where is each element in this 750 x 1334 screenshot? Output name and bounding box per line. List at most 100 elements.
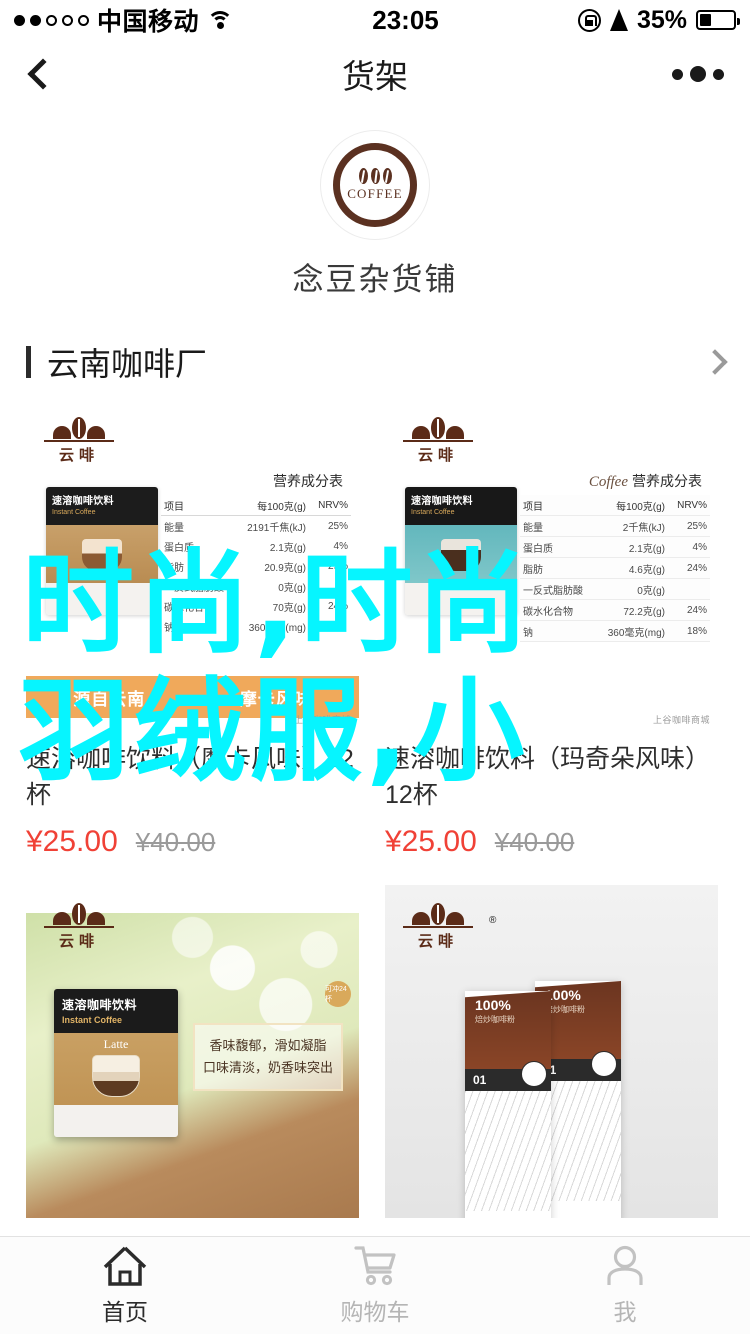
shop-name: 念豆杂货铺 xyxy=(292,262,458,297)
image-watermark: 上谷咖啡商城 xyxy=(652,715,710,725)
section-title: 云南咖啡厂 xyxy=(47,346,208,382)
nutrition-col-per100g: 每100克(g) xyxy=(235,495,309,516)
banner-right-label: 摩卡风味 xyxy=(239,689,312,709)
status-bar-right: 35% xyxy=(577,6,740,35)
nutrition-cell: 蛋白质 xyxy=(520,536,596,558)
nutrition-cell: 4% xyxy=(333,540,348,552)
bag-percent: 100% xyxy=(475,997,511,1013)
brand-logo-icon: 云啡 xyxy=(44,903,114,951)
nutrition-cell: 72.2克(g) xyxy=(595,599,668,621)
tab-bar: 首页 购物车 我 xyxy=(0,1236,750,1334)
coffee-beans-logo-icon: COFFEE xyxy=(333,143,417,227)
nutrition-cell: 一反式脂肪酸 xyxy=(164,582,224,594)
tab-label: 我 xyxy=(613,1298,637,1325)
logo-wordmark: COFFEE xyxy=(347,186,403,201)
section-header[interactable]: 云南咖啡厂 xyxy=(0,325,750,399)
product-grid: 云啡 速溶咖啡饮料 Instant Coffee 营养成分表 项目 每100克(… xyxy=(0,399,750,1218)
wifi-icon xyxy=(207,10,234,30)
more-options-button[interactable] xyxy=(672,66,724,82)
slogan-line-2: 口味清淡，奶香味突出 xyxy=(203,1060,334,1076)
product-card[interactable]: 云啡 速溶咖啡饮料 Instant Coffee 营养成分表 项目 每100克(… xyxy=(26,399,359,859)
tab-home[interactable]: 首页 xyxy=(0,1237,250,1334)
product-card[interactable]: 云啡 速溶咖啡饮料 Instant Coffee Latte 可冲24杯 香味馥… xyxy=(26,885,359,1218)
nutrition-cell: 360毫克(mg) xyxy=(248,622,306,634)
nutrition-cell: 碳水化合物 xyxy=(164,602,214,614)
box-title: 速溶咖啡饮料 xyxy=(52,496,114,507)
nutrition-cell: 2191千焦(kJ) xyxy=(247,522,306,534)
nutrition-cell: 蛋白质 xyxy=(164,542,194,554)
shop-header: COFFEE 念豆杂货铺 xyxy=(0,108,750,325)
product-price: ¥25.00 xyxy=(26,825,118,858)
nutrition-cell xyxy=(309,616,351,636)
box-subtitle: Instant Coffee xyxy=(52,509,96,516)
home-icon xyxy=(103,1246,147,1286)
product-image[interactable]: 云啡 速溶咖啡饮料 Instant Coffee Coffee 营养成分表 项目… xyxy=(385,399,718,732)
nutrition-cell: 2千焦(kJ) xyxy=(595,515,668,537)
image-watermark: 上谷咖啡商城 xyxy=(293,715,351,725)
promo-banner: 源自云南 摩卡风味 xyxy=(26,676,359,718)
tab-label: 购物车 xyxy=(340,1298,410,1325)
nutrition-cell: 一反式脂肪酸 xyxy=(520,578,596,600)
back-button[interactable] xyxy=(26,44,86,104)
person-icon xyxy=(607,1245,643,1285)
status-bar: 中国移动 23:05 35% xyxy=(0,0,750,40)
carrier-label: 中国移动 xyxy=(97,8,200,36)
brand-mark-label: 云啡 xyxy=(58,933,99,950)
nav-bar: 货架 xyxy=(0,40,750,108)
tab-label: 首页 xyxy=(102,1298,148,1325)
product-image[interactable]: 云啡 ® 100% 焙炒咖啡粉 01 100% xyxy=(385,885,718,1218)
nutrition-cell: 25% xyxy=(668,515,710,537)
nutrition-table: 营养成分表 项目 每100克(g) NRV% 能量 2191千焦(kJ) 25% 蛋… xyxy=(161,471,351,636)
chevron-left-icon xyxy=(27,58,59,90)
nutrition-table: Coffee 营养成分表 项目 每100克(g) NRV% 能量 2千焦(kJ) 25… xyxy=(520,471,710,642)
nutrition-col-item: 项目 xyxy=(520,495,596,516)
tab-cart[interactable]: 购物车 xyxy=(250,1237,500,1334)
slogan-box: 香味馥郁，滑如凝脂 口味清淡，奶香味突出 xyxy=(193,1023,343,1092)
nutrition-cell: 20.9克(g) xyxy=(264,562,306,574)
nutrition-cell: 钠 xyxy=(164,622,174,634)
product-image[interactable]: 云啡 速溶咖啡饮料 Instant Coffee Latte 可冲24杯 香味馥… xyxy=(26,885,359,1218)
status-bar-clock: 23:05 xyxy=(372,4,439,35)
product-name: 速溶咖啡饮料（摩卡风味）12杯 xyxy=(26,745,354,809)
nutrition-cell xyxy=(309,576,351,596)
nutrition-cell: 碳水化合物 xyxy=(520,599,596,621)
nutrition-cell: 0克(g) xyxy=(595,578,668,600)
nutrition-cell: 24% xyxy=(668,557,710,579)
product-price: ¥25.00 xyxy=(385,825,477,858)
product-card[interactable]: 云啡 速溶咖啡饮料 Instant Coffee Coffee 营养成分表 项目… xyxy=(385,399,718,859)
nutrition-title-label: 营养成分表 xyxy=(632,473,702,489)
nutrition-cell: 18% xyxy=(668,620,710,642)
brand-logo-icon: 云啡 xyxy=(44,417,114,465)
nutrition-col-per100g: 每100克(g) xyxy=(595,495,668,516)
signal-strength-icon xyxy=(14,14,89,26)
nutrition-col-nrv: NRV% xyxy=(668,495,710,516)
nutrition-cell: 24% xyxy=(327,600,348,612)
product-box-art: 速溶咖啡饮料 Instant Coffee xyxy=(405,487,517,615)
coffee-beans-group xyxy=(358,167,392,185)
nutrition-cell: 脂肪 xyxy=(164,562,184,574)
latte-label: Latte xyxy=(103,1037,129,1051)
nutrition-col-item: 项目 xyxy=(161,495,236,516)
brand-logo-icon: 云啡 xyxy=(403,417,473,465)
battery-icon xyxy=(696,10,740,30)
product-price-row: ¥25.00 ¥40.00 xyxy=(385,825,718,859)
nutrition-cell: 2.1克(g) xyxy=(595,536,668,558)
brand-mark-label: 云啡 xyxy=(417,933,458,950)
brand-logo-icon: 云啡 ® xyxy=(403,903,496,951)
product-card[interactable]: 云啡 ® 100% 焙炒咖啡粉 01 100% xyxy=(385,885,718,1218)
box-subtitle: Instant Coffee xyxy=(411,509,455,516)
coffee-bags-group: 100% 焙炒咖啡粉 01 100% 焙炒咖啡粉 01 xyxy=(455,981,645,1218)
cups-badge: 可冲24杯 xyxy=(325,981,351,1007)
location-arrow-icon xyxy=(609,9,628,31)
nutrition-cell: 25% xyxy=(327,520,348,532)
tab-profile[interactable]: 我 xyxy=(500,1237,750,1334)
chevron-right-icon[interactable] xyxy=(702,349,728,375)
nutrition-cell: 4% xyxy=(668,536,710,558)
product-image[interactable]: 云啡 速溶咖啡饮料 Instant Coffee 营养成分表 项目 每100克(… xyxy=(26,399,359,732)
section-accent-bar xyxy=(26,346,31,378)
nutrition-cell: 0克(g) xyxy=(278,582,306,594)
product-original-price: ¥40.00 xyxy=(494,827,575,857)
status-bar-left: 中国移动 xyxy=(14,2,234,38)
shop-logo: COFFEE xyxy=(320,130,430,240)
nutrition-cell: 脂肪 xyxy=(520,557,596,579)
